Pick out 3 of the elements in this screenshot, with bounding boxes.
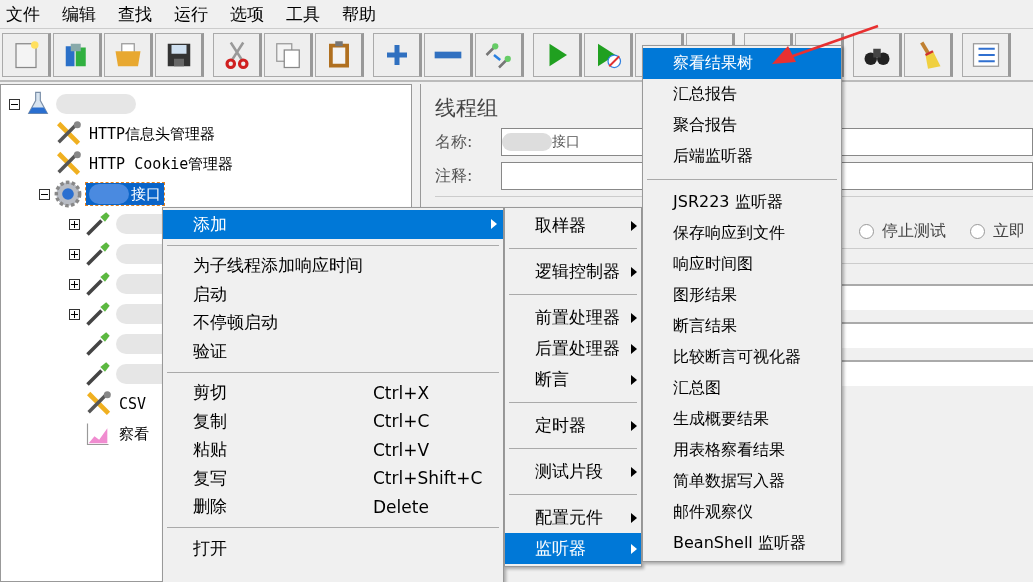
field-label: 名称: bbox=[435, 131, 474, 153]
field-label: 注释: bbox=[435, 165, 474, 187]
panel-title: 线程组 bbox=[435, 95, 498, 122]
